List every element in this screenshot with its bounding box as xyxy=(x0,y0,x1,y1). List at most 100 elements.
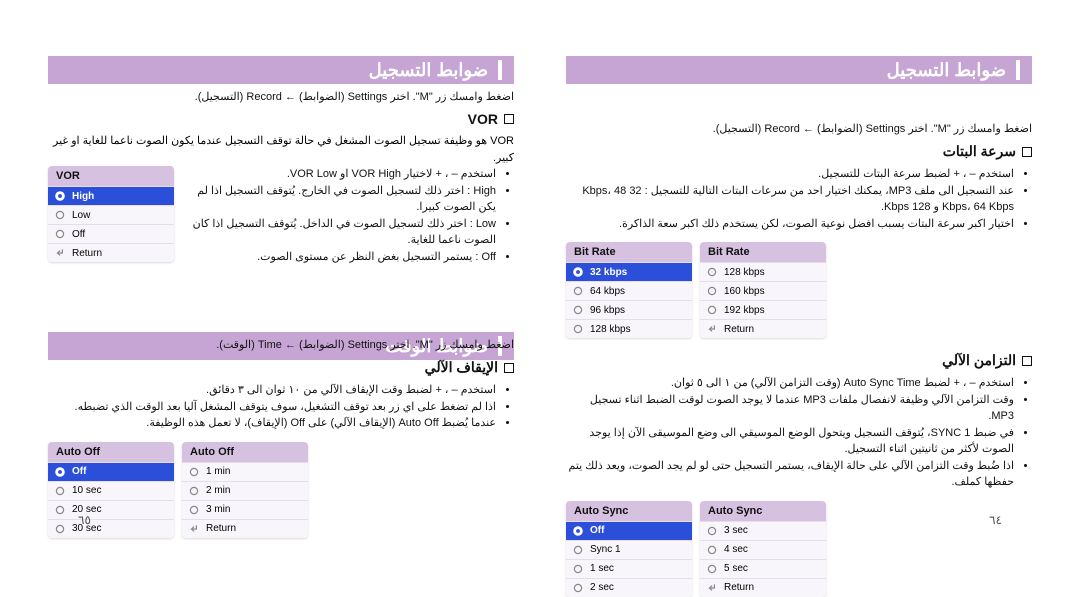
gear-icon xyxy=(188,485,200,497)
list-item[interactable]: Off xyxy=(48,224,174,243)
panel-header: Bit Rate xyxy=(700,242,826,262)
list-item[interactable]: 2 sec xyxy=(566,578,692,597)
list-item-label: High xyxy=(72,191,94,202)
page-number: ٦٥ xyxy=(78,513,91,527)
square-icon xyxy=(1022,147,1032,157)
section-bitrate-title: سرعة البتات xyxy=(566,143,1032,160)
return-icon xyxy=(706,323,718,335)
list-item[interactable]: 64 kbps xyxy=(566,281,692,300)
list-item[interactable]: 160 kbps xyxy=(700,281,826,300)
section-vor-title: VOR xyxy=(48,111,514,127)
header-bar-icon xyxy=(498,60,502,80)
gear-icon xyxy=(572,544,584,556)
section-label: سرعة البتات xyxy=(943,143,1016,160)
gear-icon xyxy=(54,209,66,221)
gear-icon xyxy=(54,504,66,516)
section-label: الإيقاف الآلي xyxy=(425,359,498,376)
page-left: ضوابط التسجيل اضغط وامسك زر "M". اختر Se… xyxy=(18,56,544,545)
list-item[interactable]: Return xyxy=(700,578,826,597)
panel-header: VOR xyxy=(48,166,174,186)
gear-icon xyxy=(572,266,584,278)
header-title: ضوابط التسجيل xyxy=(887,60,1006,81)
section-header-record-l: ضوابط التسجيل xyxy=(48,56,514,84)
list-item[interactable]: Return xyxy=(700,319,826,338)
panel-vor: VOR High Low Off Return xyxy=(48,166,174,262)
list-item[interactable]: 96 kbps xyxy=(566,300,692,319)
gear-icon xyxy=(572,582,584,594)
list-item[interactable]: Off xyxy=(48,462,174,481)
list-item[interactable]: Return xyxy=(182,519,308,538)
bullet: Off : يستمر التسجيل بغض النظر عن مستوى ا… xyxy=(184,249,496,266)
bullet: عند التسجيل الى ملف MP3، يمكنك اختيار اح… xyxy=(566,183,1014,216)
bullet: استخدم – ، + لضبط وقت الإيقاف الآلي من ١… xyxy=(48,382,496,399)
gear-icon xyxy=(572,525,584,537)
page-number: ٦٤ xyxy=(989,513,1002,527)
list-item[interactable]: Off xyxy=(566,521,692,540)
list-item[interactable]: 10 sec xyxy=(48,481,174,500)
bullet: استخدم – ، + لضبط Auto Sync Time (وقت ال… xyxy=(566,375,1014,392)
bullet: اذا لم تضغط على اي زر بعد توقف التشغيل، … xyxy=(48,399,496,416)
gear-icon xyxy=(54,485,66,497)
list-item[interactable]: High xyxy=(48,186,174,205)
gear-icon xyxy=(54,466,66,478)
gear-icon xyxy=(572,323,584,335)
list-item-label: Off xyxy=(72,229,85,240)
list-item-label: Off xyxy=(590,525,604,536)
breadcrumb: اضغط وامسك زر "M". اختر Settings (الضواب… xyxy=(48,338,514,351)
panel-autooff-left: Auto Off Off 10 sec 20 sec 30 sec xyxy=(48,442,174,538)
section-sync-title: التزامن الآلي xyxy=(566,352,1032,369)
list-item[interactable]: Return xyxy=(48,243,174,262)
list-item[interactable]: 1 sec xyxy=(566,559,692,578)
list-item[interactable]: 20 sec xyxy=(48,500,174,519)
panel-header: Bit Rate xyxy=(566,242,692,262)
list-item-label: 5 sec xyxy=(724,563,748,574)
gear-icon xyxy=(54,228,66,240)
list-item-label: Low xyxy=(72,210,90,221)
list-item[interactable]: Low xyxy=(48,205,174,224)
panel-header: Auto Sync xyxy=(700,501,826,521)
gear-icon xyxy=(572,285,584,297)
header-bar-icon xyxy=(1016,60,1020,80)
list-item-label: Return xyxy=(724,582,754,593)
panel-header: Auto Off xyxy=(182,442,308,462)
list-item-label: 96 kbps xyxy=(590,305,625,316)
list-item-label: 4 sec xyxy=(724,544,748,555)
list-item[interactable]: 5 sec xyxy=(700,559,826,578)
sync-panels: Auto Sync Off Sync 1 1 sec 2 sec Auto Sy… xyxy=(566,501,1032,597)
list-item[interactable]: 128 kbps xyxy=(700,262,826,281)
square-icon xyxy=(504,114,514,124)
gear-icon xyxy=(572,304,584,316)
panel-bitrate-right: Bit Rate 128 kbps 160 kbps 192 kbps Retu… xyxy=(700,242,826,338)
list-item-label: 3 min xyxy=(206,504,230,515)
section-autooff-title: الإيقاف الآلي xyxy=(48,359,514,376)
header-title: ضوابط التسجيل xyxy=(369,60,488,81)
section-header-record-r: ضوابط التسجيل xyxy=(566,56,1032,84)
list-item[interactable]: 32 kbps xyxy=(566,262,692,281)
gear-icon xyxy=(188,504,200,516)
list-item[interactable]: 192 kbps xyxy=(700,300,826,319)
breadcrumb: اضغط وامسك زر "M". اختر Settings (الضواب… xyxy=(48,90,514,103)
square-icon xyxy=(1022,356,1032,366)
gear-icon xyxy=(706,544,718,556)
bitrate-panels: Bit Rate 32 kbps 64 kbps 96 kbps 128 kbp… xyxy=(566,242,1032,338)
list-item[interactable]: 4 sec xyxy=(700,540,826,559)
panel-autooff-right: Auto Off 1 min 2 min 3 min Return xyxy=(182,442,308,538)
list-item[interactable]: 3 sec xyxy=(700,521,826,540)
gear-icon xyxy=(572,563,584,575)
list-item[interactable]: 30 sec xyxy=(48,519,174,538)
gear-icon xyxy=(706,304,718,316)
list-item-label: 1 min xyxy=(206,466,230,477)
bitrate-bullets: استخدم – ، + لضبط سرعة البتات للتسجيل. ع… xyxy=(566,166,1032,232)
list-item[interactable]: 3 min xyxy=(182,500,308,519)
panel-sync-left: Auto Sync Off Sync 1 1 sec 2 sec xyxy=(566,501,692,597)
gear-icon xyxy=(706,266,718,278)
gear-icon xyxy=(706,563,718,575)
list-item-label: 128 kbps xyxy=(590,324,631,335)
list-item[interactable]: 2 min xyxy=(182,481,308,500)
list-item[interactable]: Sync 1 xyxy=(566,540,692,559)
gear-icon xyxy=(54,190,66,202)
list-item-label: Return xyxy=(724,324,754,335)
list-item[interactable]: 1 min xyxy=(182,462,308,481)
panel-sync-right: Auto Sync 3 sec 4 sec 5 sec Return xyxy=(700,501,826,597)
list-item[interactable]: 128 kbps xyxy=(566,319,692,338)
